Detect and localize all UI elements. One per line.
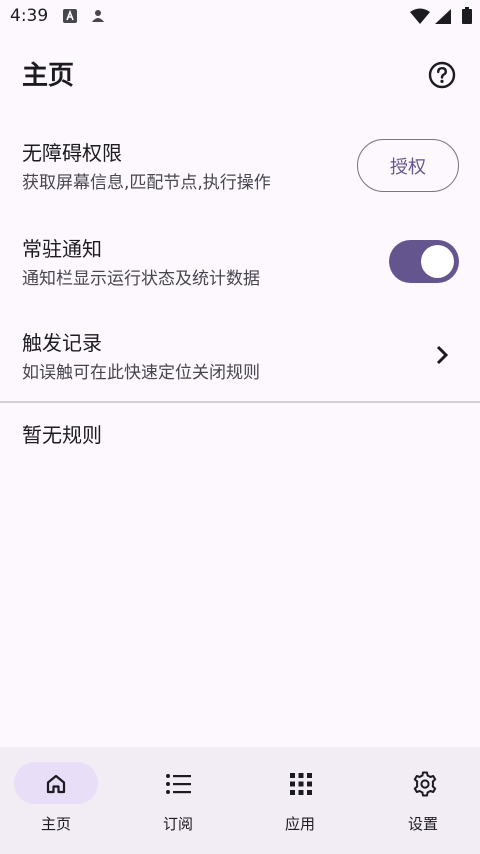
- help-button[interactable]: [426, 59, 458, 91]
- status-time: 4:39: [10, 6, 49, 26]
- accessibility-desc: 获取屏幕信息,匹配节点,执行操作: [22, 173, 271, 193]
- nav-label-apps: 应用: [284, 815, 315, 833]
- authorize-button[interactable]: 授权: [357, 139, 459, 192]
- home-screen: 4:39 主页 无障碍权限 获取屏幕信息,匹配节点,执行操作 授权 常驻通知 通…: [0, 0, 480, 854]
- notification-desc: 通知栏显示运行状态及统计数据: [22, 269, 260, 289]
- page-title: 主页: [22, 61, 75, 91]
- list-icon: [165, 771, 191, 797]
- nav-label-home: 主页: [40, 815, 71, 833]
- battery-icon: [462, 7, 472, 28]
- nav-label-settings: 设置: [407, 815, 438, 833]
- apps-grid-icon: [288, 771, 314, 797]
- wifi-icon: [410, 8, 430, 28]
- nav-item-home[interactable]: 主页: [0, 747, 120, 854]
- gear-icon: [412, 771, 438, 797]
- a-notification-icon: [63, 8, 77, 27]
- divider: [0, 401, 480, 403]
- nav-item-settings[interactable]: 设置: [360, 747, 480, 854]
- toggle-thumb: [421, 245, 454, 278]
- trigger-log-title: 触发记录: [22, 331, 102, 355]
- nav-item-apps[interactable]: 应用: [240, 747, 360, 854]
- bottom-navigation: 主页 订阅 应用 设置: [0, 747, 480, 854]
- status-bar: 4:39: [0, 0, 480, 32]
- chevron-right-icon: [432, 343, 452, 367]
- nav-label-subscription: 订阅: [162, 815, 193, 833]
- person-notification-icon: [92, 8, 104, 27]
- accessibility-title: 无障碍权限: [22, 141, 122, 165]
- nav-item-subscription[interactable]: 订阅: [120, 747, 240, 854]
- notification-toggle[interactable]: [389, 240, 459, 283]
- signal-icon: [435, 9, 451, 28]
- empty-rules-text: 暂无规则: [22, 423, 102, 447]
- trigger-log-desc: 如误触可在此快速定位关闭规则: [22, 363, 260, 383]
- notification-title: 常驻通知: [22, 237, 102, 261]
- help-circle-icon: [428, 61, 456, 89]
- home-icon: [43, 771, 69, 797]
